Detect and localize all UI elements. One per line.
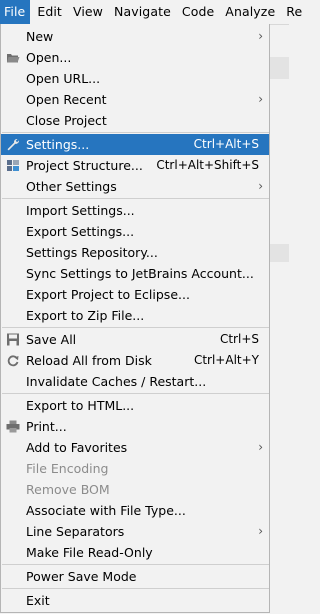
file-menu-dropdown: New › Open... Open URL... Open Recent › …: [0, 24, 270, 613]
menu-item-label: Project Structure...: [26, 158, 143, 173]
menu-item-label: New: [26, 29, 54, 44]
wrench-icon: [7, 138, 19, 151]
menu-item-line-separators[interactable]: Line Separators ›: [1, 521, 269, 542]
menu-item-project-structure[interactable]: Project Structure... Ctrl+Alt+Shift+S: [1, 155, 269, 176]
menu-item-export-settings[interactable]: Export Settings...: [1, 221, 269, 242]
menu-item-label: Add to Favorites: [26, 440, 128, 455]
menu-item-settings-repository[interactable]: Settings Repository...: [1, 242, 269, 263]
menu-item-label: Open Recent: [26, 92, 107, 107]
menu-item-label: Export Project to Eclipse...: [26, 287, 190, 302]
menu-item-label: Import Settings...: [26, 203, 135, 218]
menu-item-open[interactable]: Open...: [1, 47, 269, 68]
menu-item-label: Open URL...: [26, 71, 101, 86]
menu-item-label: File Encoding: [26, 461, 109, 476]
menu-item-label: Invalidate Caches / Restart...: [26, 374, 207, 389]
submenu-arrow-icon: ›: [258, 524, 263, 538]
reload-icon: [7, 355, 19, 367]
menu-item-label: Line Separators: [26, 524, 125, 539]
menu-item-invalidate-caches[interactable]: Invalidate Caches / Restart...: [1, 371, 269, 392]
menu-item-associate-file-type[interactable]: Associate with File Type...: [1, 500, 269, 521]
menu-item-add-to-favorites[interactable]: Add to Favorites ›: [1, 437, 269, 458]
menu-separator: [2, 393, 269, 394]
menu-item-label: Settings...: [26, 137, 90, 152]
menu-separator: [2, 588, 269, 589]
menu-file[interactable]: File: [0, 0, 31, 24]
menu-item-label: Export to HTML...: [26, 398, 135, 413]
menu-item-export-zip[interactable]: Export to Zip File...: [1, 305, 269, 326]
submenu-arrow-icon: ›: [258, 92, 263, 106]
menu-refactor[interactable]: Re: [282, 0, 306, 24]
menu-item-label: Power Save Mode: [26, 569, 137, 584]
menu-separator: [2, 327, 269, 328]
menu-item-label: Close Project: [26, 113, 107, 128]
menu-analyze[interactable]: Analyze: [221, 0, 279, 24]
project-structure-icon: [7, 160, 19, 171]
menu-item-power-save-mode[interactable]: Power Save Mode: [1, 566, 269, 587]
menu-item-label: Sync Settings to JetBrains Account...: [26, 266, 254, 281]
menu-item-export-eclipse[interactable]: Export Project to Eclipse...: [1, 284, 269, 305]
submenu-arrow-icon: ›: [258, 179, 263, 193]
menu-separator: [2, 564, 269, 565]
menu-item-shortcut: Ctrl+Alt+S: [193, 137, 259, 151]
menu-item-label: Other Settings: [26, 179, 117, 194]
folder-icon: [7, 54, 20, 63]
menu-item-settings[interactable]: Settings... Ctrl+Alt+S: [1, 134, 269, 155]
menu-item-label: Open...: [26, 50, 72, 65]
menu-item-other-settings[interactable]: Other Settings ›: [1, 176, 269, 197]
menu-item-label: Export to Zip File...: [26, 308, 145, 323]
menu-item-print[interactable]: Print...: [1, 416, 269, 437]
submenu-arrow-icon: ›: [258, 29, 263, 43]
menu-item-shortcut: Ctrl+S: [219, 332, 259, 346]
menu-item-open-url[interactable]: Open URL...: [1, 68, 269, 89]
menu-item-label: Export Settings...: [26, 224, 135, 239]
menu-item-import-settings[interactable]: Import Settings...: [1, 200, 269, 221]
menu-item-save-all[interactable]: Save All Ctrl+S: [1, 329, 269, 350]
printer-icon: [6, 420, 20, 433]
menu-item-file-encoding: File Encoding: [1, 458, 269, 479]
save-icon: [7, 333, 19, 346]
menu-bar: File Edit View Navigate Code Analyze Re: [0, 0, 302, 25]
menu-item-label: Settings Repository...: [26, 245, 158, 260]
menu-item-label: Save All: [26, 332, 77, 347]
menu-item-sync-settings[interactable]: Sync Settings to JetBrains Account...: [1, 263, 269, 284]
menu-item-make-read-only[interactable]: Make File Read-Only: [1, 542, 269, 563]
menu-item-remove-bom: Remove BOM: [1, 479, 269, 500]
menu-view[interactable]: View: [69, 0, 107, 24]
editor-tab-strip: [269, 57, 289, 79]
menu-separator: [2, 198, 269, 199]
menu-item-shortcut: Ctrl+Alt+Y: [193, 353, 259, 367]
menu-item-open-recent[interactable]: Open Recent ›: [1, 89, 269, 110]
menu-item-new[interactable]: New ›: [1, 26, 269, 47]
menu-item-label: Exit: [26, 593, 50, 608]
menu-item-label: Remove BOM: [26, 482, 110, 497]
submenu-arrow-icon: ›: [258, 440, 263, 454]
menu-item-close-project[interactable]: Close Project: [1, 110, 269, 131]
menu-item-export-html[interactable]: Export to HTML...: [1, 395, 269, 416]
menu-item-label: Make File Read-Only: [26, 545, 153, 560]
menu-item-label: Reload All from Disk: [26, 353, 152, 368]
menu-separator: [2, 132, 269, 133]
menu-navigate[interactable]: Navigate: [110, 0, 175, 24]
menu-item-shortcut: Ctrl+Alt+Shift+S: [156, 158, 259, 172]
menu-item-exit[interactable]: Exit: [1, 590, 269, 611]
menu-code[interactable]: Code: [178, 0, 218, 24]
editor-gutter-strip: [269, 244, 289, 262]
menu-item-label: Associate with File Type...: [26, 503, 186, 518]
menu-item-label: Print...: [26, 419, 67, 434]
menu-edit[interactable]: Edit: [33, 0, 66, 24]
menu-item-reload-from-disk[interactable]: Reload All from Disk Ctrl+Alt+Y: [1, 350, 269, 371]
